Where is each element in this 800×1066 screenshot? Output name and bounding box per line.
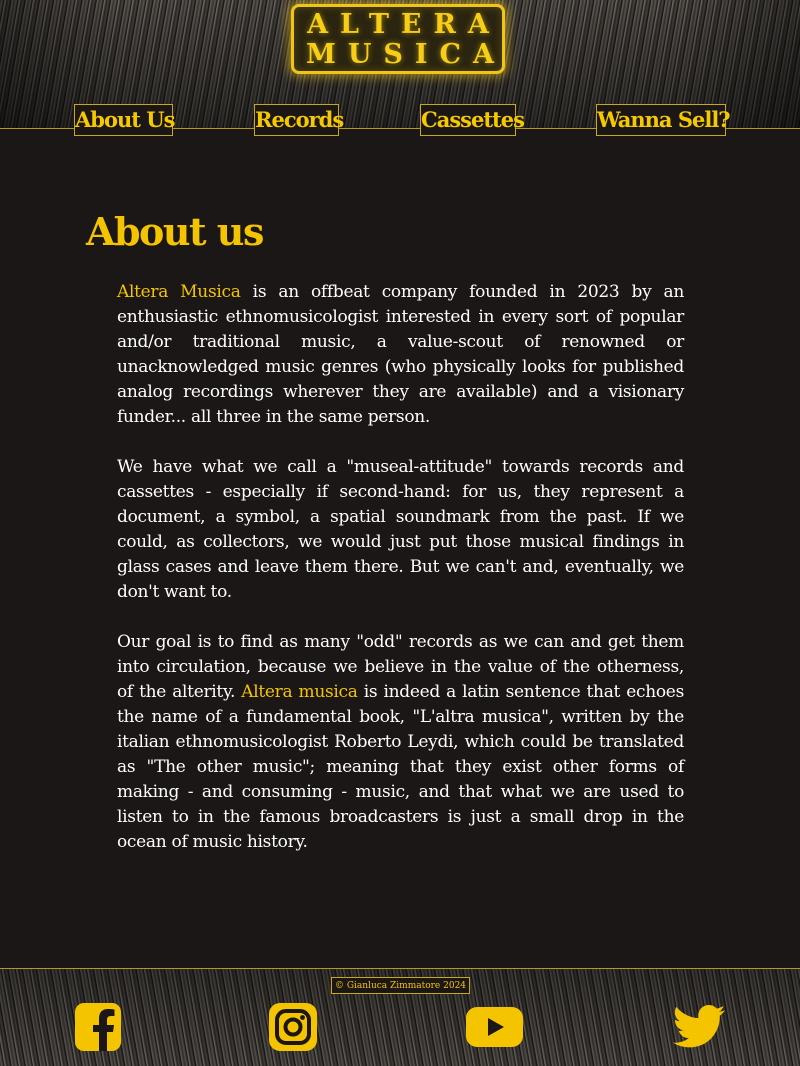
twitter-icon[interactable] xyxy=(673,1005,725,1049)
paragraph-text: is an offbeat company founded in 2023 by… xyxy=(117,282,684,427)
paragraph-text: is indeed a latin sentence that echoes t… xyxy=(117,682,684,852)
logo-line-1: ALTERA xyxy=(307,9,501,40)
logo-line-2: MUSICA xyxy=(306,39,506,70)
about-paragraph-2: We have what we call a "museal-attitude"… xyxy=(117,455,684,605)
nav-about-us[interactable]: About Us xyxy=(74,104,175,136)
copyright-notice: © Gianluca Zimmatore 2024 xyxy=(331,977,471,994)
paragraph-text: We have what we call a "museal-attitude"… xyxy=(117,457,684,602)
page-title: About us xyxy=(86,209,264,254)
youtube-icon[interactable] xyxy=(466,1007,523,1047)
brand-highlight: Altera musica xyxy=(241,682,358,702)
nav-wanna-sell[interactable]: Wanna Sell? xyxy=(596,104,731,136)
about-content: Altera Musica is an offbeat company foun… xyxy=(117,280,684,880)
facebook-icon[interactable] xyxy=(75,1003,121,1051)
nav-records[interactable]: Records xyxy=(254,104,344,136)
about-paragraph-3: Our goal is to find as many "odd" record… xyxy=(117,630,684,855)
nav-cassettes[interactable]: Cassettes xyxy=(420,104,525,136)
instagram-icon[interactable] xyxy=(269,1003,317,1051)
about-paragraph-1: Altera Musica is an offbeat company foun… xyxy=(117,280,684,430)
site-logo[interactable]: ALTERA MUSICA xyxy=(291,4,505,74)
brand-highlight: Altera Musica xyxy=(117,282,241,302)
